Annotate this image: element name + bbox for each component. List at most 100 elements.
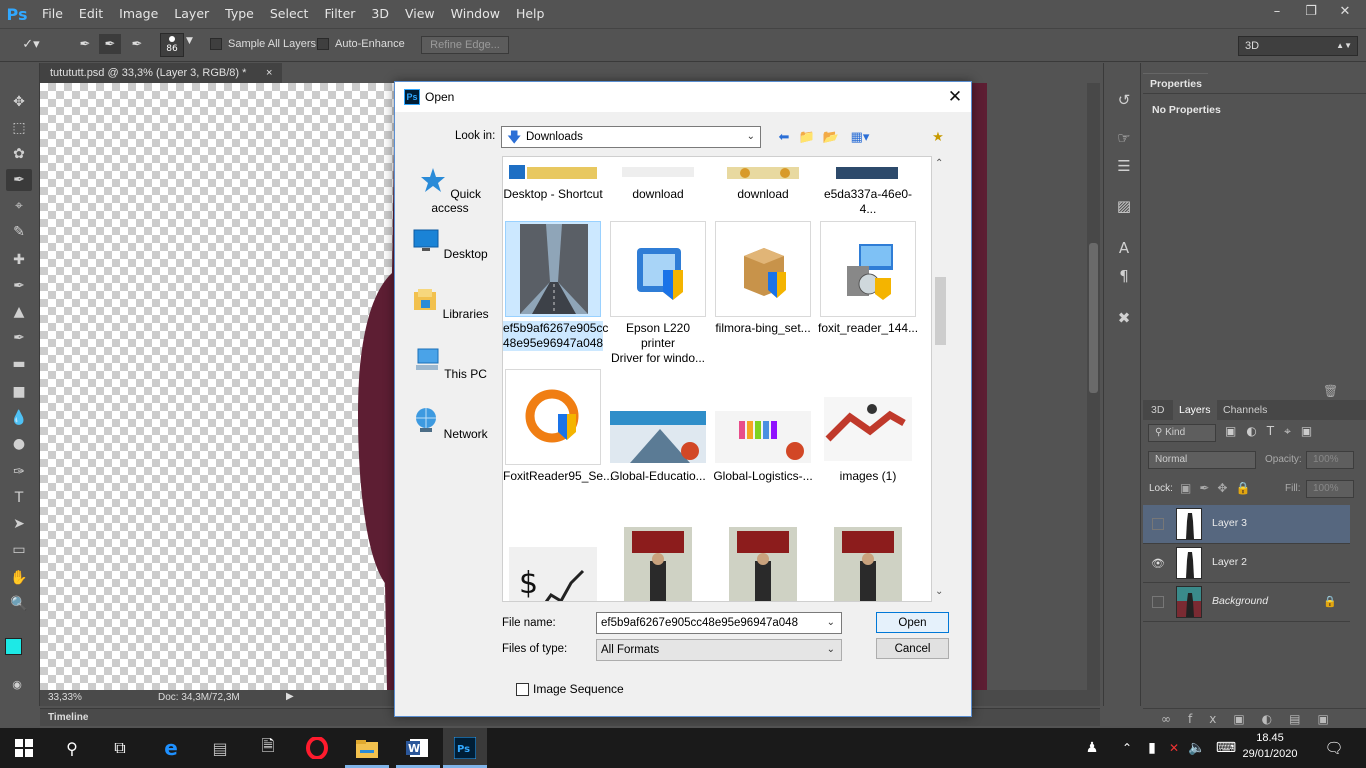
marquee-tool-icon[interactable]: ⬚	[6, 117, 32, 139]
chip-app-icon[interactable]: ▤	[208, 736, 232, 760]
menu-file[interactable]: File	[34, 0, 71, 28]
layer-row-background[interactable]: Background 🔒	[1143, 583, 1350, 622]
layer-row-layer-3[interactable]: Layer 3	[1143, 505, 1350, 544]
file-item[interactable]: Global-Logistics-...	[713, 369, 813, 484]
gradient-tool-icon[interactable]: ■	[6, 381, 32, 403]
place-this-pc[interactable]: This PC	[404, 346, 496, 381]
file-item[interactable]: $	[503, 517, 603, 601]
file-item[interactable]: Desktop - Shortcut	[503, 157, 603, 202]
dodge-tool-icon[interactable]: ●	[6, 433, 32, 455]
workspace-select[interactable]: 3D ▲▼	[1238, 36, 1358, 56]
place-quick-access[interactable]: Quick access	[404, 166, 496, 215]
file-item[interactable]: download	[608, 157, 708, 202]
menu-view[interactable]: View	[397, 0, 443, 28]
clone-stamp-tool-icon[interactable]: ▲	[6, 301, 32, 323]
menu-type[interactable]: Type	[217, 0, 262, 28]
subtract-selection-brush-icon[interactable]: ✒	[126, 34, 148, 54]
opacity-input[interactable]: 100%	[1306, 451, 1354, 469]
eyedropper-tool-icon[interactable]: ✎	[6, 221, 32, 243]
refine-edge-button[interactable]: Refine Edge...	[421, 36, 509, 54]
close-icon[interactable]: ✕	[1328, 0, 1362, 22]
task-view-icon[interactable]: ⧉	[108, 736, 132, 760]
file-item[interactable]: FoxitReader95_Se...	[503, 369, 613, 484]
restore-icon[interactable]: ❐	[1294, 0, 1328, 22]
place-libraries[interactable]: Libraries	[404, 286, 496, 321]
eraser-tool-icon[interactable]: ▬	[6, 353, 32, 375]
brush-size-picker[interactable]: 86	[160, 33, 184, 57]
tab-layers[interactable]: Layers	[1173, 400, 1217, 420]
file-item[interactable]: Epson L220 printer Driver for windo...	[608, 221, 708, 366]
fill-input[interactable]: 100%	[1306, 480, 1354, 498]
favorite-folder-icon[interactable]: ★	[929, 128, 947, 146]
quick-mask-icon[interactable]: ◉	[4, 673, 30, 695]
blur-tool-icon[interactable]: 💧	[6, 407, 32, 429]
play-icon[interactable]: ▶	[286, 691, 294, 702]
word-icon[interactable]: W	[405, 736, 429, 760]
auto-enhance-checkbox[interactable]: Auto-Enhance	[317, 38, 405, 50]
checkbox-box[interactable]	[317, 38, 329, 50]
properties-tab[interactable]: Properties	[1143, 73, 1208, 93]
document-icon[interactable]: 🗎	[256, 736, 280, 760]
zoom-level[interactable]: 33,33%	[48, 692, 82, 703]
crop-tool-icon[interactable]: ⌖	[6, 195, 32, 217]
file-item[interactable]: images (1)	[818, 369, 918, 484]
hand-tool-icon[interactable]: ✋	[6, 567, 32, 589]
new-selection-brush-icon[interactable]: ✒	[74, 34, 96, 54]
menu-layer[interactable]: Layer	[166, 0, 217, 28]
view-menu-icon[interactable]: ▦▾	[847, 128, 873, 146]
eye-icon[interactable]: 👁	[1151, 557, 1165, 570]
visibility-toggle[interactable]	[1152, 518, 1164, 530]
path-selection-tool-icon[interactable]: ➤	[6, 513, 32, 535]
document-vertical-scrollbar[interactable]	[1087, 83, 1100, 690]
search-icon[interactable]: ⚲	[60, 736, 84, 760]
checkbox-box[interactable]	[210, 38, 222, 50]
add-to-selection-brush-icon[interactable]: ✒	[99, 34, 121, 54]
file-item-selected[interactable]: ef5b9af6267e905cc 48e95e96947a048	[503, 221, 608, 351]
file-explorer-icon[interactable]	[355, 736, 379, 760]
file-item[interactable]	[608, 517, 708, 601]
menu-filter[interactable]: Filter	[316, 0, 363, 28]
photoshop-taskbar-icon[interactable]: Ps	[453, 736, 477, 760]
cancel-button[interactable]: Cancel	[876, 638, 949, 659]
menu-help[interactable]: Help	[508, 0, 553, 28]
file-item[interactable]: Global-Educatio...	[608, 369, 708, 484]
healing-brush-tool-icon[interactable]: ✚	[6, 249, 32, 271]
place-desktop[interactable]: Desktop	[404, 226, 496, 261]
rectangle-tool-icon[interactable]: ▭	[6, 539, 32, 561]
sample-all-layers-checkbox[interactable]: Sample All Layers	[210, 38, 316, 50]
tab-3d[interactable]: 3D	[1145, 400, 1170, 420]
files-of-type-select[interactable]: All Formats ⌄	[596, 639, 842, 661]
opera-browser-icon[interactable]	[305, 736, 329, 760]
menu-window[interactable]: Window	[443, 0, 508, 28]
file-item[interactable]	[818, 517, 918, 601]
quick-selection-tool-icon[interactable]: ✒	[6, 169, 32, 191]
volume-icon[interactable]: 🔈	[1185, 736, 1209, 760]
file-item[interactable]: download	[713, 157, 813, 202]
windows-start-icon[interactable]	[12, 736, 36, 760]
keyboard-icon[interactable]: ⌨	[1214, 736, 1238, 760]
history-brush-tool-icon[interactable]: ✒	[6, 327, 32, 349]
look-in-select[interactable]: 🡇 Downloads ⌄	[501, 126, 761, 148]
blend-mode-select[interactable]: Normal	[1148, 451, 1256, 469]
file-item[interactable]: e5da337a-46e0-4...	[818, 157, 918, 217]
move-tool-icon[interactable]: ✥	[6, 91, 32, 113]
menu-image[interactable]: Image	[111, 0, 166, 28]
quick-selection-tool-icon[interactable]: ✓▾	[20, 34, 42, 54]
layer-row-layer-2[interactable]: 👁 Layer 2	[1143, 544, 1350, 583]
foreground-color-swatch[interactable]	[5, 638, 22, 655]
scrollbar-thumb[interactable]	[1089, 243, 1098, 393]
type-tool-icon[interactable]: T	[6, 487, 32, 509]
menu-3d[interactable]: 3D	[363, 0, 397, 28]
paragraph-icon[interactable]: ¶	[1113, 265, 1135, 287]
minimize-icon[interactable]: –	[1260, 0, 1294, 22]
file-list[interactable]: Desktop - Shortcut download download e5d…	[502, 156, 932, 602]
history-icon[interactable]: ↺	[1113, 89, 1135, 111]
file-name-input[interactable]: ef5b9af6267e905cc48e95e96947a048 ⌄	[596, 612, 842, 634]
tab-channels[interactable]: Channels	[1217, 400, 1273, 420]
file-list-scrollbar[interactable]: ⌃ ⌄	[932, 156, 949, 602]
layers-footer-icons[interactable]: ∞fx▣◐▤▣🗑	[1143, 708, 1366, 746]
scroll-up-icon[interactable]: ⌃	[935, 158, 943, 169]
brush-tool-icon[interactable]: ✒	[6, 275, 32, 297]
actions-icon[interactable]: ☞	[1113, 127, 1135, 149]
chevron-down-icon[interactable]: ▼	[186, 36, 193, 46]
